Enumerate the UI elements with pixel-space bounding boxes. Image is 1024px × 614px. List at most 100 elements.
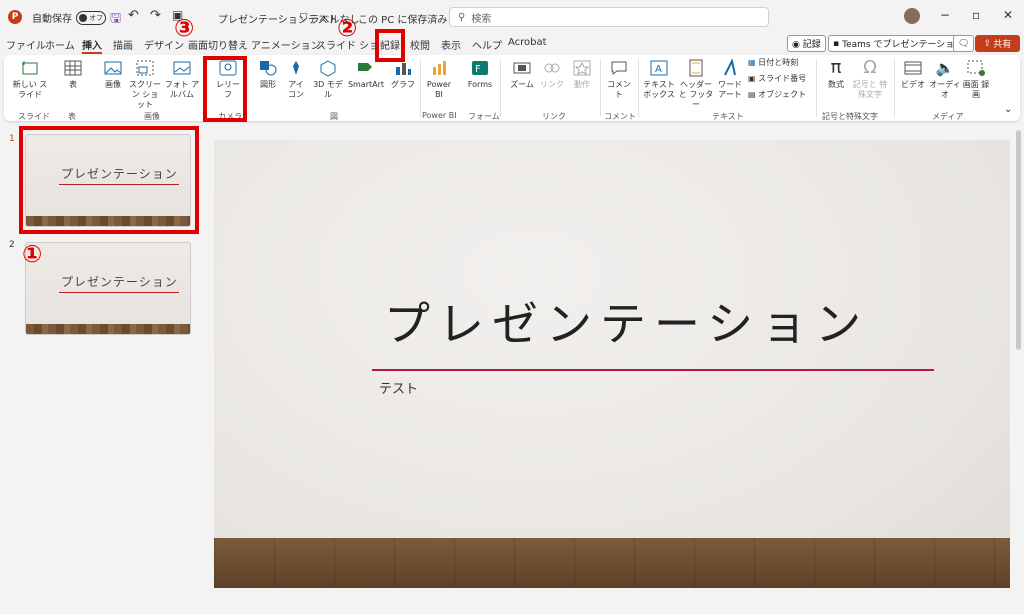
powerbi-icon [433,61,446,75]
svg-text:F: F [475,64,481,75]
powerbi-button[interactable]: Power BI [424,59,454,100]
screenshot-label: スクリーン ショット [129,80,161,109]
date-time-button[interactable]: ▦ 日付と時刻 [748,58,798,68]
object-button[interactable]: ▤ オブジェクト [748,90,806,100]
textbox-icon: A [650,60,668,76]
icons-icon [293,61,299,75]
search-placeholder: 検索 [471,13,492,25]
new-slide-button[interactable]: 新しい スライド [12,59,48,100]
video-label: ビデオ [901,80,925,89]
vertical-scrollbar[interactable] [1016,130,1021,350]
tab-draw[interactable]: 描画 [113,37,133,52]
save-icon[interactable]: 🖫 [110,9,121,31]
slide-canvas[interactable]: プレゼンテーション テスト [214,140,1010,588]
forms-button[interactable]: F Forms [464,59,496,90]
group-separator [600,59,601,117]
action-button[interactable]: 動作 [568,59,596,90]
audio-label: オーディオ [929,80,961,99]
header-footer-button[interactable]: ヘッダーと フッター [678,59,714,110]
autosave-toggle[interactable]: 自動保存 オフ [32,10,106,25]
slide-thumbnail-2[interactable]: プレゼンテーション [25,242,191,335]
chart-button[interactable]: グラフ [390,59,416,90]
avatar[interactable] [904,8,920,24]
audio-button[interactable]: 🔈 オーディオ [928,59,962,100]
maximize-button[interactable]: ▫ [972,8,980,22]
thumb-title: プレゼンテーション [61,275,178,289]
group-label-text: テキスト [712,112,744,121]
3d-model-icon [320,60,336,77]
teams-icon: ▪ [833,38,840,49]
screenshot-button[interactable]: スクリーン ショット [128,59,162,110]
share-label: 共有 [993,40,1012,50]
group-separator [816,59,817,117]
tab-view[interactable]: 表示 [441,37,461,52]
tab-transitions[interactable]: 画面切り替え [188,37,248,52]
comment-icon: 🗨 [958,38,970,49]
photo-album-label: フォト アルバム [164,80,200,99]
record-button[interactable]: ◉ 記録 [787,35,826,52]
zoom-button[interactable]: ズーム [508,59,536,90]
highlight-frame-thumbnail [19,126,199,234]
group-label-images: 画像 [144,112,160,121]
tab-help[interactable]: ヘルプ [472,37,502,52]
save-status[interactable]: この PC に保存済み ∨ [358,11,458,26]
action-label: 動作 [574,80,590,89]
teams-label: Teams でプレゼンテーション [842,40,964,50]
wordart-button[interactable]: ワード アート [714,59,746,100]
smartart-label: SmartArt [347,80,385,89]
ribbon-collapse-icon[interactable]: ⌄ [1004,105,1012,115]
video-button[interactable]: ビデオ [898,59,928,90]
redo-icon[interactable]: ↷ [150,8,161,23]
zoom-label: ズーム [510,80,534,89]
smartart-button[interactable]: SmartArt [344,59,388,90]
comments-button[interactable]: 🗨 [953,35,975,52]
tab-review[interactable]: 校閲 [410,37,430,52]
group-label-symbols: 記号と特殊文字 [822,112,878,121]
group-label-illustrations: 図 [330,112,338,121]
group-label-comments: コメント [604,112,636,121]
header-footer-icon [689,59,703,77]
object-label: オブジェクト [758,90,807,99]
slide-title[interactable]: プレゼンテーション [384,288,869,354]
table-icon [64,60,82,76]
tab-insert[interactable]: 挿入 [82,37,102,54]
image-icon [104,61,122,75]
zoom-icon [513,62,531,74]
highlight-frame-record-tab [375,29,405,62]
date-time-label: 日付と時刻 [758,58,799,67]
group-label-powerbi: Power BI [422,111,457,120]
table-button[interactable]: 表 [60,59,86,90]
slide-number-icon: ▣ [748,74,756,83]
photo-album-button[interactable]: フォト アルバム [164,59,200,100]
teams-present-button[interactable]: ▪ Teams でプレゼンテーション [828,35,969,52]
link-button[interactable]: リンク [538,59,566,90]
tab-file[interactable]: ファイル [6,37,46,52]
search-input[interactable]: ⚲ 検索 [449,7,769,27]
tab-animations[interactable]: アニメーション [251,37,321,52]
equation-button[interactable]: π 数式 [822,59,850,90]
slide-subtitle[interactable]: テスト [379,378,418,397]
screen-record-button[interactable]: 画面 録画 [962,59,990,100]
3d-model-button[interactable]: 3D モデル [310,59,346,100]
slide-number-button[interactable]: ▣ スライド番号 [748,74,806,84]
new-slide-label: 新しい スライド [12,80,48,99]
share-button[interactable]: ⇪ 共有 [975,35,1020,52]
comment-button[interactable]: コメント [604,59,634,100]
autosave-switch[interactable]: オフ [76,10,106,25]
annotation-number-three: ③ [174,14,195,42]
group-separator [500,59,501,117]
tab-acrobat[interactable]: Acrobat [508,37,547,48]
tab-home[interactable]: ホーム [45,37,75,52]
minimize-button[interactable]: − [940,8,950,22]
shapes-button[interactable]: 図形 [254,59,282,90]
comment-label: コメント [607,80,631,99]
calendar-icon: ▦ [748,58,756,67]
textbox-button[interactable]: A テキスト ボックス [640,59,678,100]
image-button[interactable]: 画像 [100,59,126,90]
close-button[interactable]: ✕ [1003,8,1013,22]
group-label-links: リンク [542,112,566,121]
symbol-button[interactable]: Ω 記号と 特殊文字 [850,59,890,100]
action-icon [573,60,591,76]
undo-icon[interactable]: ↶ [128,8,139,23]
icons-button[interactable]: アイ コン [284,59,308,100]
